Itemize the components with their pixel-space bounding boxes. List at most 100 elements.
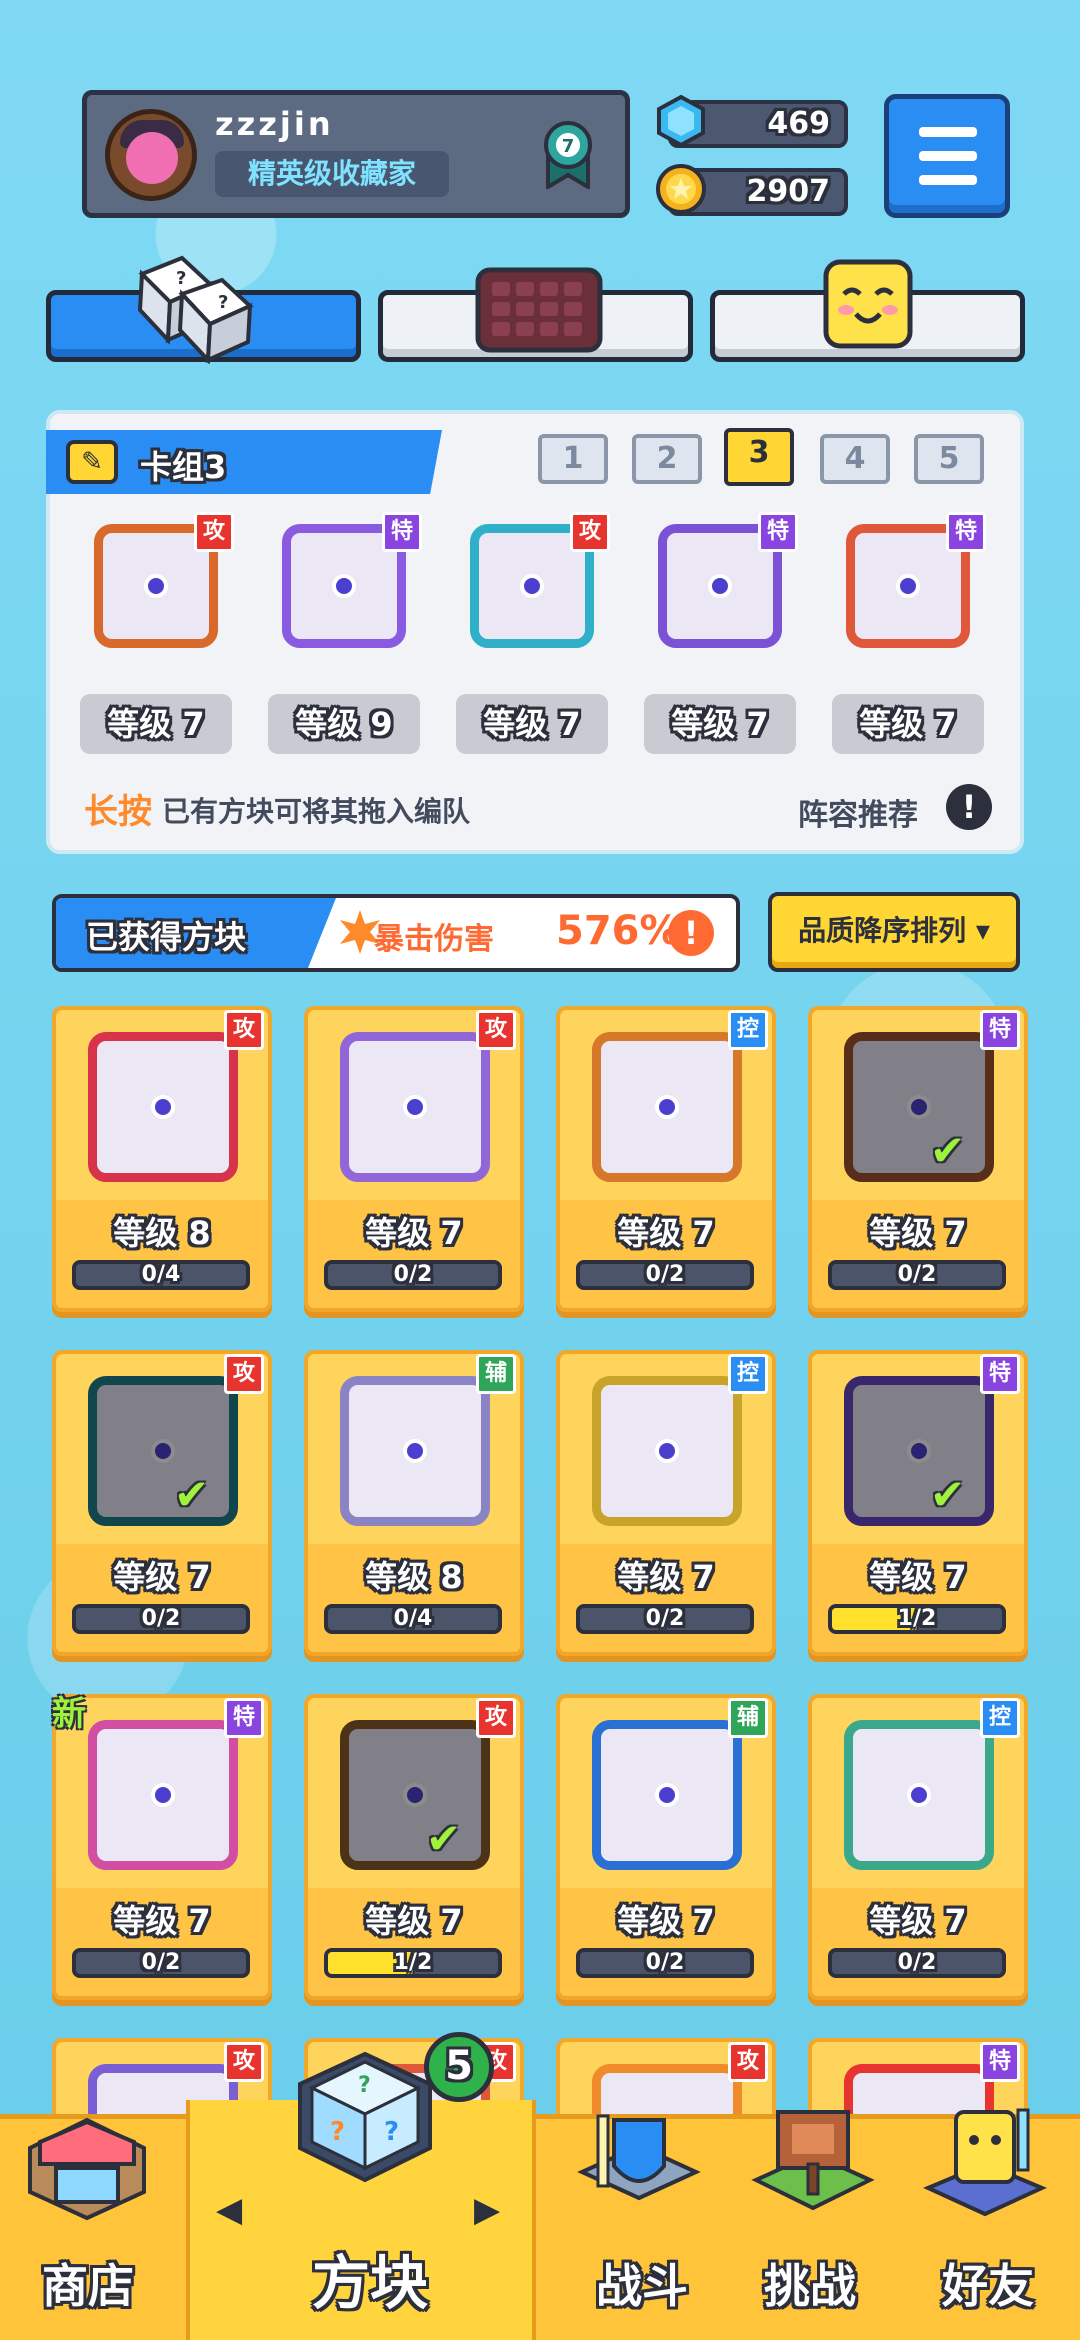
block-core-icon bbox=[151, 1783, 175, 1807]
upgrade-progress-bar: 0/2 bbox=[828, 1948, 1006, 1978]
block-level: 等级 7 bbox=[617, 1902, 715, 1940]
block-level: 等级 7 bbox=[869, 1214, 967, 1252]
block-card[interactable]: 特 新等级 7 0/2 bbox=[52, 1694, 272, 2000]
block-type-tag: 攻 bbox=[194, 512, 234, 552]
upgrade-progress-bar: 0/2 bbox=[828, 1260, 1006, 1290]
deck-card-level: 等级 7 bbox=[80, 694, 232, 754]
nav-friends[interactable]: 好友 bbox=[918, 2250, 1058, 2316]
progress-text: 1/2 bbox=[897, 1606, 937, 1631]
upgrade-progress-bar: 0/2 bbox=[324, 1260, 502, 1290]
block-card[interactable]: 控等级 7 0/2 bbox=[556, 1350, 776, 1656]
upgrade-progress-bar: 1/2 bbox=[828, 1604, 1006, 1634]
block-card[interactable]: 辅等级 7 0/2 bbox=[556, 1694, 776, 2000]
deck-slot-4[interactable]: 4 bbox=[820, 434, 890, 484]
block-type-tag: 控 bbox=[728, 1010, 768, 1050]
block-card[interactable]: 攻等级 7 0/2 bbox=[304, 1006, 524, 1312]
in-deck-check-icon: ✔ bbox=[426, 1814, 462, 1863]
nav-blocks[interactable]: 方块 bbox=[270, 2236, 470, 2320]
block-art-icon bbox=[88, 1376, 238, 1526]
block-art-icon bbox=[844, 1376, 994, 1526]
info-icon[interactable]: ! bbox=[946, 784, 992, 830]
deck-panel: ✎ 卡组3 1 2 3 4 5 攻等级 7 特等级 9 攻等级 7 特等级 7 特等级 … bbox=[46, 410, 1024, 854]
block-level: 等级 7 bbox=[365, 1902, 463, 1940]
deck-slot-2[interactable]: 2 bbox=[632, 434, 702, 484]
block-card[interactable]: 控等级 7 0/2 bbox=[808, 1694, 1028, 2000]
avatar[interactable] bbox=[105, 109, 197, 201]
lineup-recommend-link[interactable]: 阵容推荐 bbox=[798, 790, 918, 834]
progress-text: 0/2 bbox=[897, 1262, 937, 1287]
deck-card[interactable]: 特 bbox=[832, 510, 986, 660]
block-level: 等级 7 bbox=[113, 1558, 211, 1596]
block-core-icon bbox=[655, 1783, 679, 1807]
block-art-icon bbox=[592, 1032, 742, 1182]
upgrade-progress-bar: 0/2 bbox=[576, 1604, 754, 1634]
deck-card-level: 等级 7 bbox=[456, 694, 608, 754]
username: zzzjin bbox=[215, 105, 334, 143]
deck-card[interactable]: 攻 bbox=[456, 510, 610, 660]
block-card[interactable]: 攻 ✔ 等级 7 1/2 bbox=[304, 1694, 524, 2000]
block-type-tag: 特 bbox=[980, 1354, 1020, 1394]
deck-slot-1[interactable]: 1 bbox=[538, 434, 608, 484]
progress-text: 0/2 bbox=[645, 1606, 685, 1631]
block-type-tag: 攻 bbox=[570, 512, 610, 552]
sort-dropdown[interactable]: 品质降序排列 ▾ bbox=[768, 892, 1020, 972]
block-core-icon bbox=[151, 1439, 175, 1463]
profile-panel[interactable]: zzzjin 精英级收藏家 7 bbox=[82, 90, 630, 218]
nav-battle[interactable]: 战斗 bbox=[572, 2250, 712, 2316]
block-card[interactable]: 攻 ✔ 等级 7 0/2 bbox=[52, 1350, 272, 1656]
block-level: 等级 7 bbox=[365, 1214, 463, 1252]
nav-next-arrow-icon[interactable]: ▶ bbox=[474, 2190, 500, 2230]
deck-slot-3[interactable]: 3 bbox=[724, 428, 794, 486]
block-type-tag: 特 bbox=[946, 512, 986, 552]
upgrade-progress-bar: 0/2 bbox=[576, 1948, 754, 1978]
block-level: 等级 8 bbox=[365, 1558, 463, 1596]
deck-card[interactable]: 特 bbox=[268, 510, 422, 660]
deck-slot-5[interactable]: 5 bbox=[914, 434, 984, 484]
obtained-bar: 已获得方块 暴击伤害 576% ! bbox=[52, 894, 740, 972]
block-art-icon bbox=[844, 1720, 994, 1870]
crit-info-icon[interactable]: ! bbox=[668, 910, 714, 956]
svg-text:?: ? bbox=[358, 2073, 371, 2098]
crit-damage-value: 576% bbox=[556, 908, 680, 954]
block-art-icon bbox=[88, 1720, 238, 1870]
coin-icon bbox=[654, 162, 708, 216]
block-type-tag: 特 bbox=[224, 1698, 264, 1738]
progress-text: 0/2 bbox=[141, 1950, 181, 1975]
progress-text: 0/4 bbox=[393, 1606, 433, 1631]
nav-prev-arrow-icon[interactable]: ◀ bbox=[216, 2190, 242, 2230]
block-level: 等级 7 bbox=[617, 1214, 715, 1252]
block-level: 等级 7 bbox=[869, 1902, 967, 1940]
blocks-count-badge: 5 bbox=[424, 2032, 494, 2102]
menu-button[interactable] bbox=[884, 94, 1010, 218]
challenge-sign-icon bbox=[748, 2104, 878, 2228]
block-core-icon bbox=[655, 1095, 679, 1119]
block-level: 等级 8 bbox=[113, 1214, 211, 1252]
block-card[interactable]: 特 ✔ 等级 7 1/2 bbox=[808, 1350, 1028, 1656]
deck-card[interactable]: 攻 bbox=[80, 510, 234, 660]
blocks-count-value: 5 bbox=[445, 2043, 473, 2089]
gem-icon bbox=[654, 94, 708, 148]
board-grid-icon bbox=[474, 266, 604, 358]
upgrade-progress-bar: 0/4 bbox=[72, 1260, 250, 1290]
rank-badge-icon[interactable]: 7 bbox=[542, 117, 594, 191]
block-card[interactable]: 特 ✔ 等级 7 0/2 bbox=[808, 1006, 1028, 1312]
smiley-face-icon bbox=[822, 258, 914, 354]
deck-title-banner: ✎ 卡组3 bbox=[46, 430, 442, 494]
block-card[interactable]: 攻等级 8 0/4 bbox=[52, 1006, 272, 1312]
block-card[interactable]: 辅等级 8 0/4 bbox=[304, 1350, 524, 1656]
collector-title: 精英级收藏家 bbox=[215, 151, 449, 197]
nav-challenge[interactable]: 挑战 bbox=[740, 2250, 880, 2316]
upgrade-progress-bar: 0/4 bbox=[324, 1604, 502, 1634]
rank-number: 7 bbox=[562, 136, 575, 157]
svg-text:?: ? bbox=[384, 2117, 399, 2147]
deck-card[interactable]: 特 bbox=[644, 510, 798, 660]
block-art-icon bbox=[592, 1376, 742, 1526]
block-core-icon bbox=[907, 1783, 931, 1807]
in-deck-check-icon: ✔ bbox=[930, 1126, 966, 1175]
pencil-edit-icon[interactable]: ✎ bbox=[66, 440, 118, 484]
nav-shop[interactable]: 商店 bbox=[18, 2250, 158, 2316]
block-type-tag: 攻 bbox=[476, 1010, 516, 1050]
block-type-tag: 控 bbox=[980, 1698, 1020, 1738]
block-card[interactable]: 控等级 7 0/2 bbox=[556, 1006, 776, 1312]
block-type-tag: 控 bbox=[728, 1354, 768, 1394]
